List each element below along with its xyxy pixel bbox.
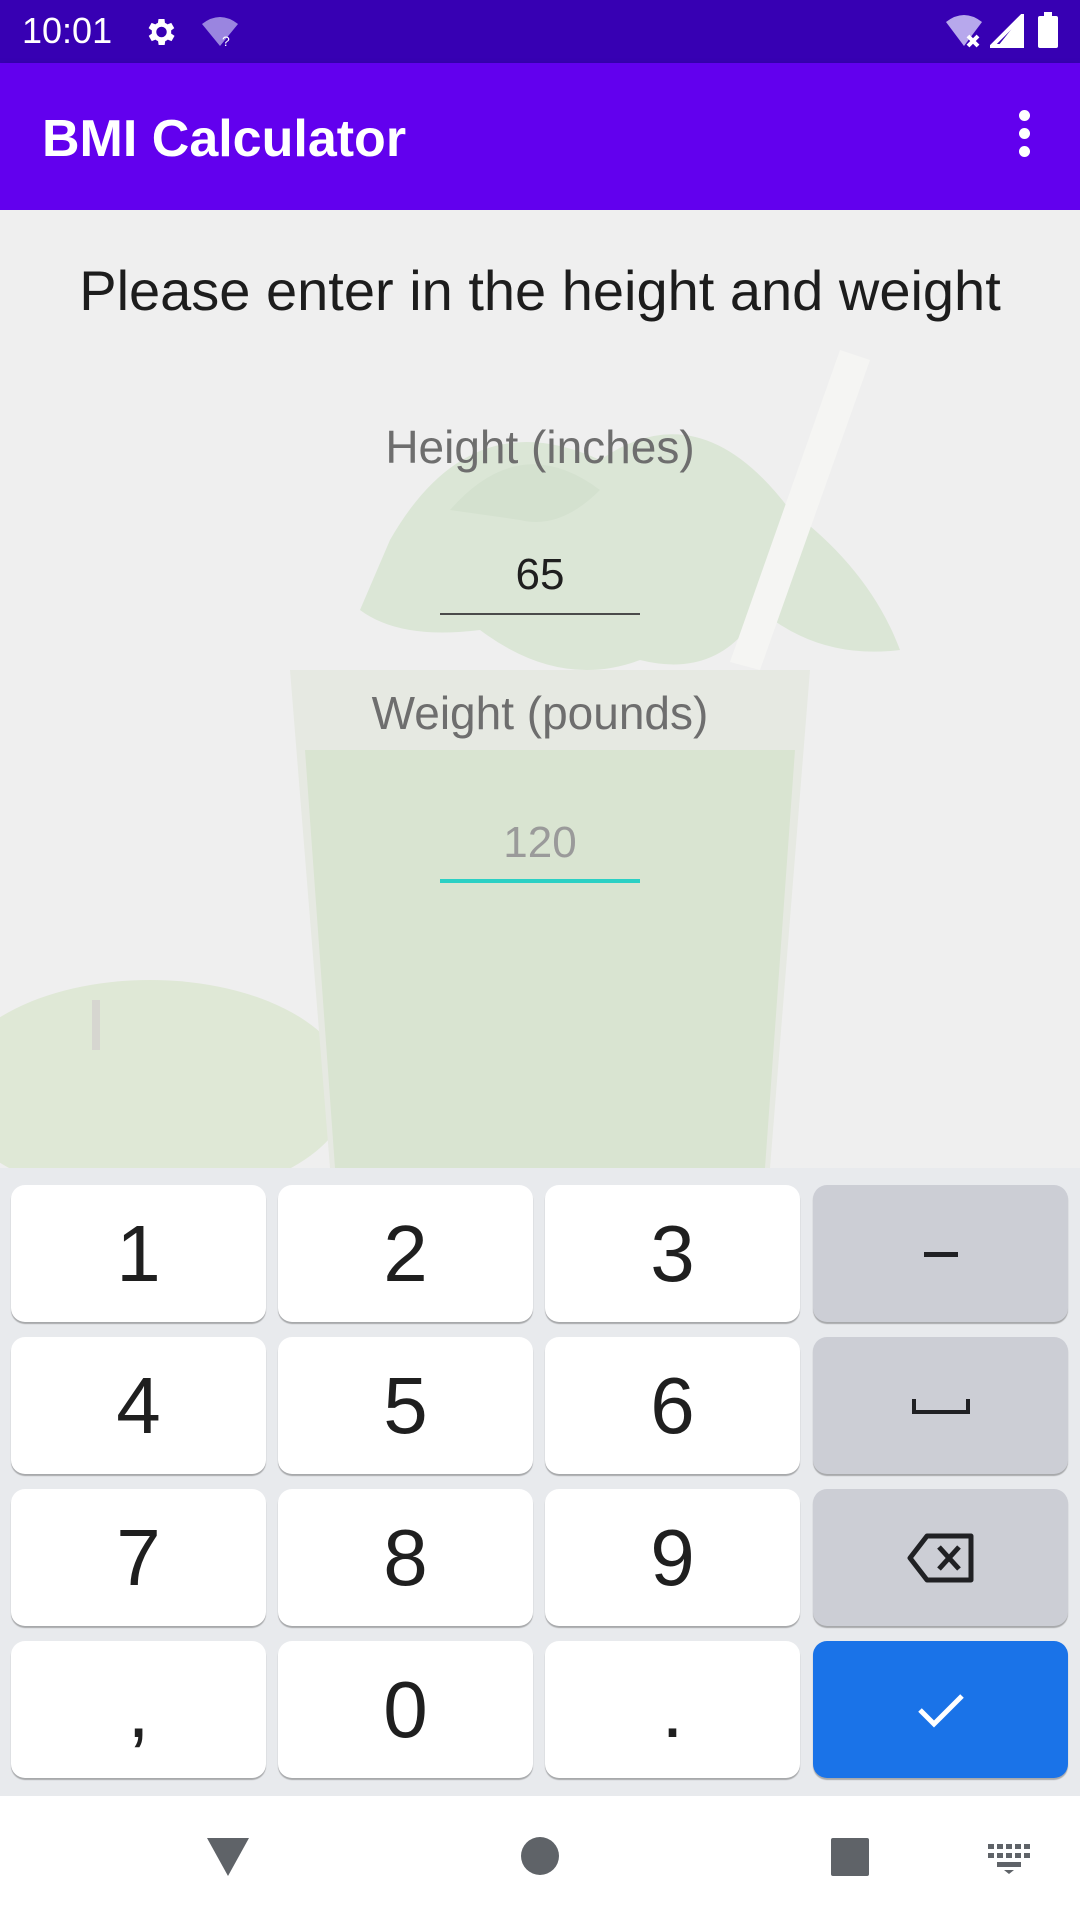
weight-input[interactable]: 120 [440,803,640,883]
status-bar: 10:01 ? [0,0,1080,63]
app-bar: BMI Calculator [0,63,1080,210]
main-content: Please enter in the height and weight He… [0,210,1080,1168]
key-9[interactable]: 9 [545,1489,800,1626]
key-7[interactable]: 7 [11,1489,266,1626]
key-1[interactable]: 1 [11,1185,266,1322]
height-input[interactable]: 65 [440,535,640,615]
checkmark-icon [917,1693,964,1728]
svg-text:?: ? [222,33,230,49]
key-0[interactable]: 0 [278,1641,533,1778]
status-time: 10:01 [22,10,113,51]
keyboard-switch-icon[interactable] [988,1844,1030,1874]
more-vertical-icon[interactable] [1000,103,1048,171]
back-triangle-icon[interactable] [205,1836,251,1878]
instruction-text: Please enter in the height and weight [79,259,1001,322]
backspace-icon [907,1533,973,1582]
navigation-bar [0,1796,1080,1920]
space-key[interactable] [813,1337,1068,1474]
numeric-keyboard: 1 2 3 4 5 6 7 8 9 , 0 . [0,1168,1080,1796]
key-4[interactable]: 4 [11,1337,266,1474]
key-6[interactable]: 6 [545,1337,800,1474]
home-circle-icon[interactable] [520,1836,560,1876]
key-8[interactable]: 8 [278,1489,533,1626]
recents-square-icon[interactable] [831,1838,869,1876]
space-icon [911,1398,970,1414]
key-minus[interactable] [813,1185,1068,1322]
key-period[interactable]: . [545,1641,800,1778]
key-3[interactable]: 3 [545,1185,800,1322]
settings-gear-icon [142,14,178,54]
key-5[interactable]: 5 [278,1337,533,1474]
height-label: Height (inches) [385,421,695,473]
wifi-off-icon [944,14,984,54]
wifi-question-icon: ? [200,16,240,54]
cellular-signal-icon [987,11,1024,52]
key-2[interactable]: 2 [278,1185,533,1322]
key-comma[interactable]: , [11,1641,266,1778]
app-title: BMI Calculator [42,110,407,168]
battery-icon [1038,12,1058,52]
weight-label: Weight (pounds) [371,687,709,739]
done-key[interactable] [813,1641,1068,1778]
backspace-key[interactable] [813,1489,1068,1626]
